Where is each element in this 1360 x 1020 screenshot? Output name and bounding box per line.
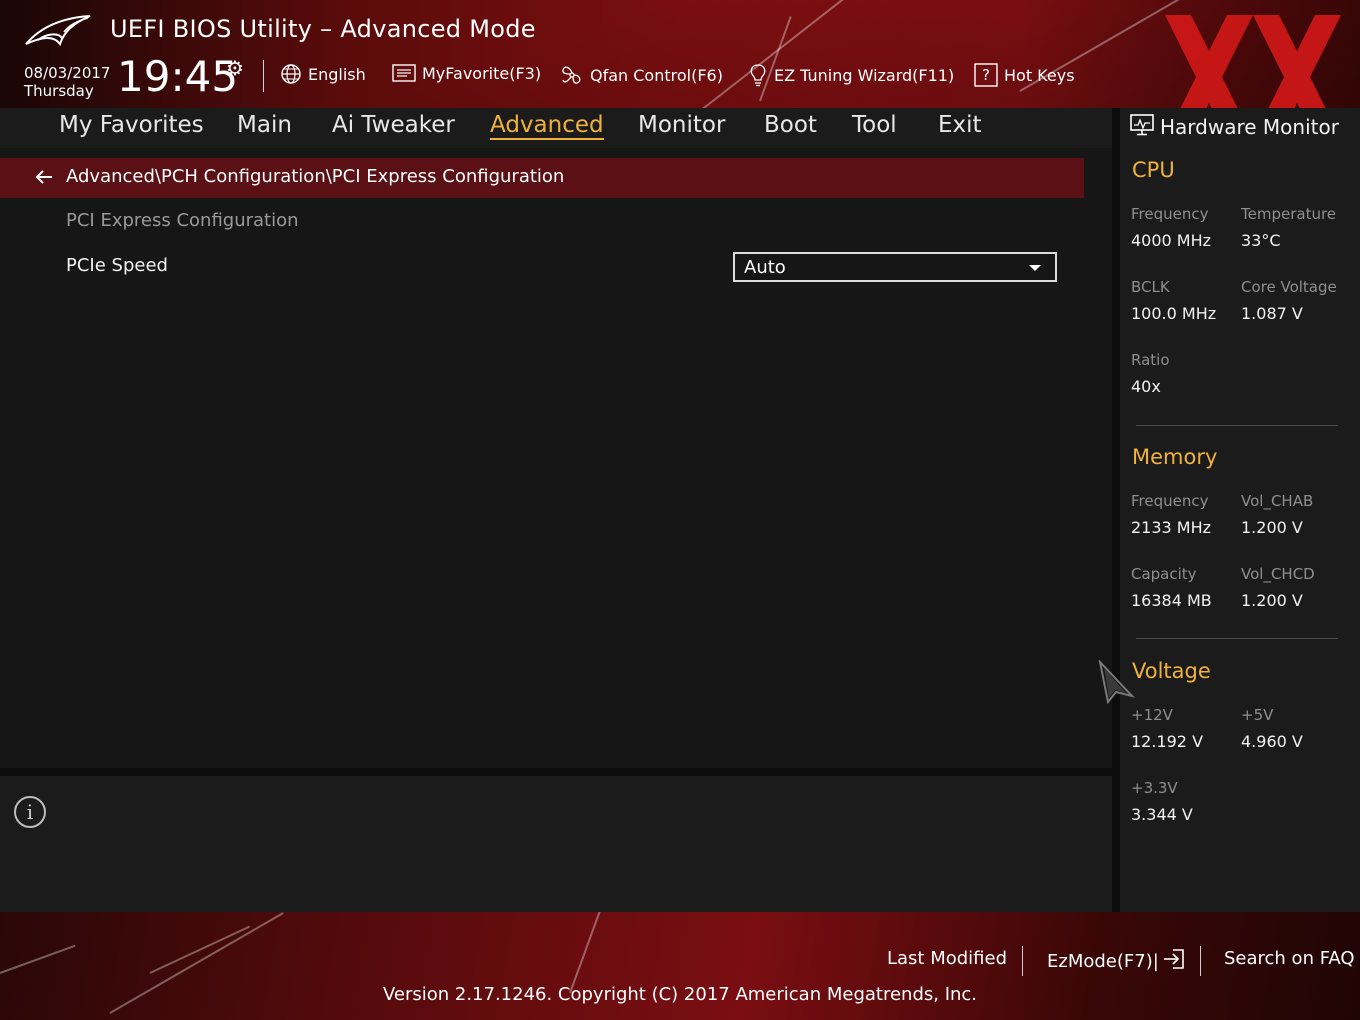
capacity-label: Capacity bbox=[1131, 565, 1197, 583]
footer-bar: Last Modified EzMode(F7)| Search on FAQ … bbox=[0, 912, 1360, 1020]
search-faq-label: Search on FAQ bbox=[1224, 948, 1355, 969]
info-icon: i bbox=[14, 796, 46, 828]
watermark-logo-icon bbox=[1165, 15, 1341, 108]
fan-icon bbox=[560, 63, 584, 87]
exit-to-ezmode-icon bbox=[1163, 948, 1185, 975]
cpu-section-title: CPU bbox=[1132, 158, 1175, 182]
pcie-speed-label: PCIe Speed bbox=[66, 255, 168, 276]
section-divider bbox=[1136, 638, 1338, 639]
hot-keys-label: Hot Keys bbox=[1004, 65, 1075, 85]
monitor-display-icon bbox=[1130, 114, 1154, 140]
lightbulb-icon bbox=[748, 63, 768, 87]
tab-tool[interactable]: Tool bbox=[852, 112, 897, 138]
panel-divider bbox=[0, 768, 1112, 776]
svg-text:?: ? bbox=[982, 66, 990, 84]
core-voltage-value: 1.087 V bbox=[1241, 304, 1303, 323]
main-tab-bar: My Favorites Main Ai Tweaker Advanced Mo… bbox=[0, 108, 1112, 149]
cpu-frequency-value: 4000 MHz bbox=[1131, 231, 1212, 250]
qfan-control-button[interactable]: Qfan Control(F6) bbox=[560, 63, 723, 87]
capacity-value: 16384 MB bbox=[1131, 591, 1212, 610]
bclk-value: 100.0 MHz bbox=[1131, 304, 1217, 323]
pcie-speed-dropdown[interactable]: Auto bbox=[733, 252, 1057, 282]
help-box-icon: ? bbox=[974, 63, 998, 87]
clock-settings-gear-icon[interactable]: ⚙ bbox=[226, 56, 244, 80]
memory-section-title: Memory bbox=[1132, 445, 1218, 469]
ratio-label: Ratio bbox=[1131, 351, 1170, 369]
ez-tuning-wizard-button[interactable]: EZ Tuning Wizard(F11) bbox=[748, 63, 954, 87]
vol-chcd-value: 1.200 V bbox=[1241, 591, 1303, 610]
section-divider bbox=[1136, 425, 1338, 426]
version-copyright: Version 2.17.1246. Copyright (C) 2017 Am… bbox=[382, 984, 978, 1005]
myfavorite-button[interactable]: MyFavorite(F3) bbox=[392, 63, 541, 83]
ratio-value: 40x bbox=[1131, 377, 1161, 396]
footer-separator bbox=[1200, 946, 1201, 976]
hardware-monitor-panel: Hardware Monitor CPU Frequency Temperatu… bbox=[1112, 108, 1360, 912]
back-arrow-icon[interactable] bbox=[34, 167, 54, 191]
search-faq-button[interactable]: Search on FAQ bbox=[1224, 948, 1355, 969]
last-modified-button[interactable]: Last Modified bbox=[887, 948, 1007, 969]
favorite-list-icon bbox=[392, 63, 416, 83]
hardware-monitor-header: Hardware Monitor bbox=[1130, 114, 1339, 140]
last-modified-label: Last Modified bbox=[887, 948, 1008, 969]
rog-logo-icon bbox=[25, 15, 91, 47]
voltage-section-title: Voltage bbox=[1132, 659, 1211, 683]
decorative-streak bbox=[569, 912, 609, 994]
globe-icon bbox=[280, 63, 302, 85]
cpu-temperature-label: Temperature bbox=[1241, 205, 1337, 223]
header-bar: UEFI BIOS Utility – Advanced Mode 08/03/… bbox=[0, 0, 1360, 108]
v33-label: +3.3V bbox=[1131, 779, 1178, 797]
date-text: 08/03/2017 bbox=[24, 64, 111, 82]
app-title: UEFI BIOS Utility – Advanced Mode bbox=[110, 15, 536, 43]
bclk-label: BCLK bbox=[1131, 278, 1170, 296]
weekday-text: Thursday bbox=[24, 82, 94, 100]
tab-monitor[interactable]: Monitor bbox=[638, 112, 725, 138]
tab-advanced[interactable]: Advanced bbox=[490, 112, 604, 140]
vol-chcd-label: Vol_CHCD bbox=[1241, 565, 1315, 583]
ez-tuning-wizard-label: EZ Tuning Wizard(F11) bbox=[774, 65, 955, 85]
language-label: English bbox=[308, 64, 366, 84]
header-separator bbox=[263, 60, 264, 92]
mouse-pointer-icon bbox=[1098, 660, 1136, 704]
hardware-monitor-title: Hardware Monitor bbox=[1160, 115, 1339, 139]
v5-value: 4.960 V bbox=[1241, 732, 1303, 751]
help-info-panel: i bbox=[0, 776, 1112, 912]
footer-separator bbox=[1022, 946, 1023, 976]
tab-exit[interactable]: Exit bbox=[938, 112, 982, 138]
decorative-streak bbox=[699, 0, 906, 108]
tab-ai-tweaker[interactable]: Ai Tweaker bbox=[332, 112, 455, 138]
v12-value: 12.192 V bbox=[1131, 732, 1204, 751]
chevron-down-icon bbox=[1029, 265, 1041, 271]
v5-label: +5V bbox=[1241, 706, 1274, 724]
language-button[interactable]: English bbox=[280, 63, 366, 85]
section-heading: PCI Express Configuration bbox=[66, 210, 299, 231]
breadcrumb-bar: Advanced\PCH Configuration\PCI Express C… bbox=[0, 158, 1084, 198]
vol-chab-label: Vol_CHAB bbox=[1241, 492, 1314, 510]
ezmode-label: EzMode(F7)| bbox=[1047, 951, 1159, 972]
memory-frequency-value: 2133 MHz bbox=[1131, 518, 1212, 537]
memory-frequency-label: Frequency bbox=[1131, 492, 1209, 510]
pcie-speed-value: Auto bbox=[744, 257, 786, 278]
cpu-frequency-label: Frequency bbox=[1131, 205, 1209, 223]
breadcrumb: Advanced\PCH Configuration\PCI Express C… bbox=[66, 166, 565, 187]
vol-chab-value: 1.200 V bbox=[1241, 518, 1303, 537]
core-voltage-label: Core Voltage bbox=[1241, 278, 1337, 296]
clock-time: 19:45 bbox=[117, 52, 239, 101]
qfan-control-label: Qfan Control(F6) bbox=[590, 65, 723, 85]
v33-value: 3.344 V bbox=[1131, 805, 1193, 824]
decorative-streak bbox=[149, 925, 251, 974]
main-settings-panel: Advanced\PCH Configuration\PCI Express C… bbox=[0, 148, 1112, 768]
tab-main[interactable]: Main bbox=[237, 112, 292, 138]
cpu-temperature-value: 33°C bbox=[1241, 231, 1281, 250]
hot-keys-button[interactable]: ? Hot Keys bbox=[974, 63, 1075, 87]
tab-my-favorites[interactable]: My Favorites bbox=[59, 112, 204, 138]
tab-boot[interactable]: Boot bbox=[764, 112, 817, 138]
v12-label: +12V bbox=[1131, 706, 1173, 724]
myfavorite-label: MyFavorite(F3) bbox=[422, 63, 542, 83]
ezmode-button[interactable]: EzMode(F7)| bbox=[1047, 948, 1185, 975]
decorative-streak bbox=[0, 944, 76, 974]
